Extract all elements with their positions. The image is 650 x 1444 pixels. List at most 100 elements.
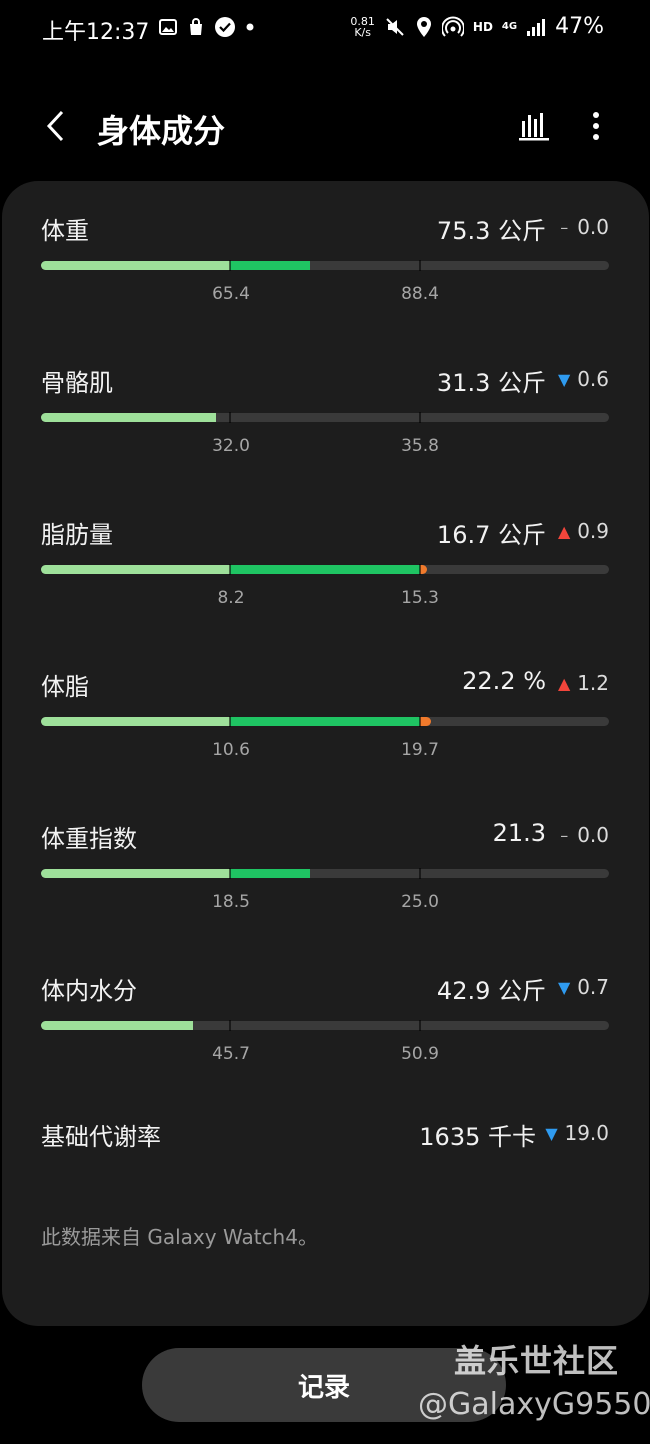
delta-indicator-icon: ▼ [545,1123,558,1143]
metric-bmr[interactable]: 基础代谢率 1635 千卡 ▼ 19.0 [2,1087,649,1167]
range-bar [41,717,609,726]
page-title: 身体成分 [97,112,226,150]
range-tick-mark-low [229,1020,232,1031]
bar-fill-in-range [230,261,311,270]
metric-bmi[interactable]: 体重指数 21.3 – 0.0 18.5 25.0 [2,789,649,919]
bar-fill-below-range [41,565,231,574]
data-source-note: 此数据来自 Galaxy Watch4。 [41,1225,318,1249]
trends-button[interactable] [512,104,556,148]
metric-value: 75.3 公斤 [436,217,546,245]
delta-indicator-icon: ▲ [558,673,571,693]
range-bar [41,565,609,574]
range-bar [41,261,609,270]
body-composition-card: 体重 75.3 公斤 – 0.0 65.4 88.4 骨骼肌 31.3 公斤 ▼… [2,181,649,1326]
metric-value: 31.3 公斤 [436,369,546,397]
metric-delta: ▼ 0.6 [557,367,609,391]
metric-label: 体重 [41,217,89,245]
back-button[interactable] [34,104,78,148]
range-tick-high: 88.4 [401,284,439,304]
bar-fill-above-range [419,717,432,726]
metric-skeletal-muscle[interactable]: 骨骼肌 31.3 公斤 ▼ 0.6 32.0 35.8 [2,333,649,463]
range-tick-mark-low [229,868,232,879]
dot-icon [246,23,254,31]
chevron-left-icon [46,110,64,142]
signal-icon [527,18,546,36]
metric-value: 22.2 % [462,667,546,695]
range-tick-mark-low [229,260,232,271]
status-time: 上午12:37 [42,20,150,45]
shopping-bag-icon [190,18,202,35]
metric-delta: ▼ 19.0 [544,1121,609,1145]
metric-value: 42.9 公斤 [436,977,546,1005]
delta-value: 0.7 [577,975,609,999]
metric-value: 21.3 [492,819,546,847]
bar-fill-in-range [230,565,420,574]
status-right: 0.81 K/s HD 4G 47% [350,14,604,39]
range-tick-mark-high [418,868,421,879]
delta-indicator-icon: ▲ [558,521,571,541]
range-tick-mark-low [229,716,232,727]
battery-level: 47% [555,14,604,39]
metric-delta: ▲ 1.2 [557,671,609,695]
range-tick-high: 15.3 [401,588,439,608]
delta-value: 0.0 [577,823,609,847]
metric-weight[interactable]: 体重 75.3 公斤 – 0.0 65.4 88.4 [2,181,649,311]
metric-label: 体内水分 [41,977,137,1005]
bar-fill-in-range [230,869,311,878]
delta-indicator-icon: – [560,825,569,845]
range-tick-low: 18.5 [212,892,250,912]
metric-label: 基础代谢率 [41,1123,161,1151]
bar-chart-icon [519,113,549,141]
mute-vibrate-icon [386,17,404,36]
delta-value: 0.9 [577,519,609,543]
watermark-handle: @GalaxyG9550 [418,1387,650,1422]
range-tick-mark-high [418,716,421,727]
metric-value: 16.7 公斤 [436,521,546,549]
network-type: 4G [501,20,518,32]
location-icon [416,16,431,37]
bar-fill-in-range [230,717,420,726]
delta-indicator-icon: ▼ [558,977,571,997]
delta-indicator-icon: ▼ [558,369,571,389]
more-vertical-icon [593,112,599,140]
notification-icons [158,16,256,38]
range-tick-low: 10.6 [212,740,250,760]
metric-body-fat[interactable]: 体脂 22.2 % ▲ 1.2 10.6 19.7 [2,637,649,767]
delta-value: 0.0 [577,215,609,239]
bar-fill-above-range [419,565,428,574]
app-bar: 身体成分 [0,90,650,166]
metric-value: 1635 千卡 [419,1123,536,1151]
metric-fat-mass[interactable]: 脂肪量 16.7 公斤 ▲ 0.9 8.2 15.3 [2,485,649,615]
metric-label: 体脂 [41,673,89,701]
app-check-icon [215,17,235,37]
delta-indicator-icon: – [560,217,569,237]
bar-fill-below-range [41,1021,194,1030]
metric-label: 脂肪量 [41,521,113,549]
hd-indicator: HD [472,19,493,34]
range-tick-mark-high [418,564,421,575]
body-composition-screen: 上午12:37 0.81 K/s HD 4G 47% 身体成分 体重 75.3 … [0,0,650,1444]
range-tick-high: 35.8 [401,436,439,456]
bar-fill-below-range [41,413,216,422]
hotspot-icon [441,16,464,37]
range-tick-low: 32.0 [212,436,250,456]
range-bar [41,413,609,422]
range-tick-low: 8.2 [217,588,245,608]
metric-delta: – 0.0 [557,823,609,847]
net-speed: 0.81 K/s [350,14,375,39]
status-bar: 上午12:37 0.81 K/s HD 4G 47% [0,0,650,56]
range-bar [41,1021,609,1030]
metric-label: 骨骼肌 [41,369,113,397]
range-tick-mark-high [418,412,421,423]
delta-value: 0.6 [577,367,609,391]
delta-value: 19.0 [564,1121,609,1145]
metric-body-water[interactable]: 体内水分 42.9 公斤 ▼ 0.7 45.7 50.9 [2,941,649,1071]
delta-value: 1.2 [577,671,609,695]
more-options-button[interactable] [574,104,618,148]
metric-label: 体重指数 [41,825,137,853]
bar-fill-below-range [41,869,231,878]
range-tick-high: 25.0 [401,892,439,912]
range-tick-high: 50.9 [401,1044,439,1064]
metric-delta: ▲ 0.9 [557,519,609,543]
bar-fill-below-range [41,717,231,726]
